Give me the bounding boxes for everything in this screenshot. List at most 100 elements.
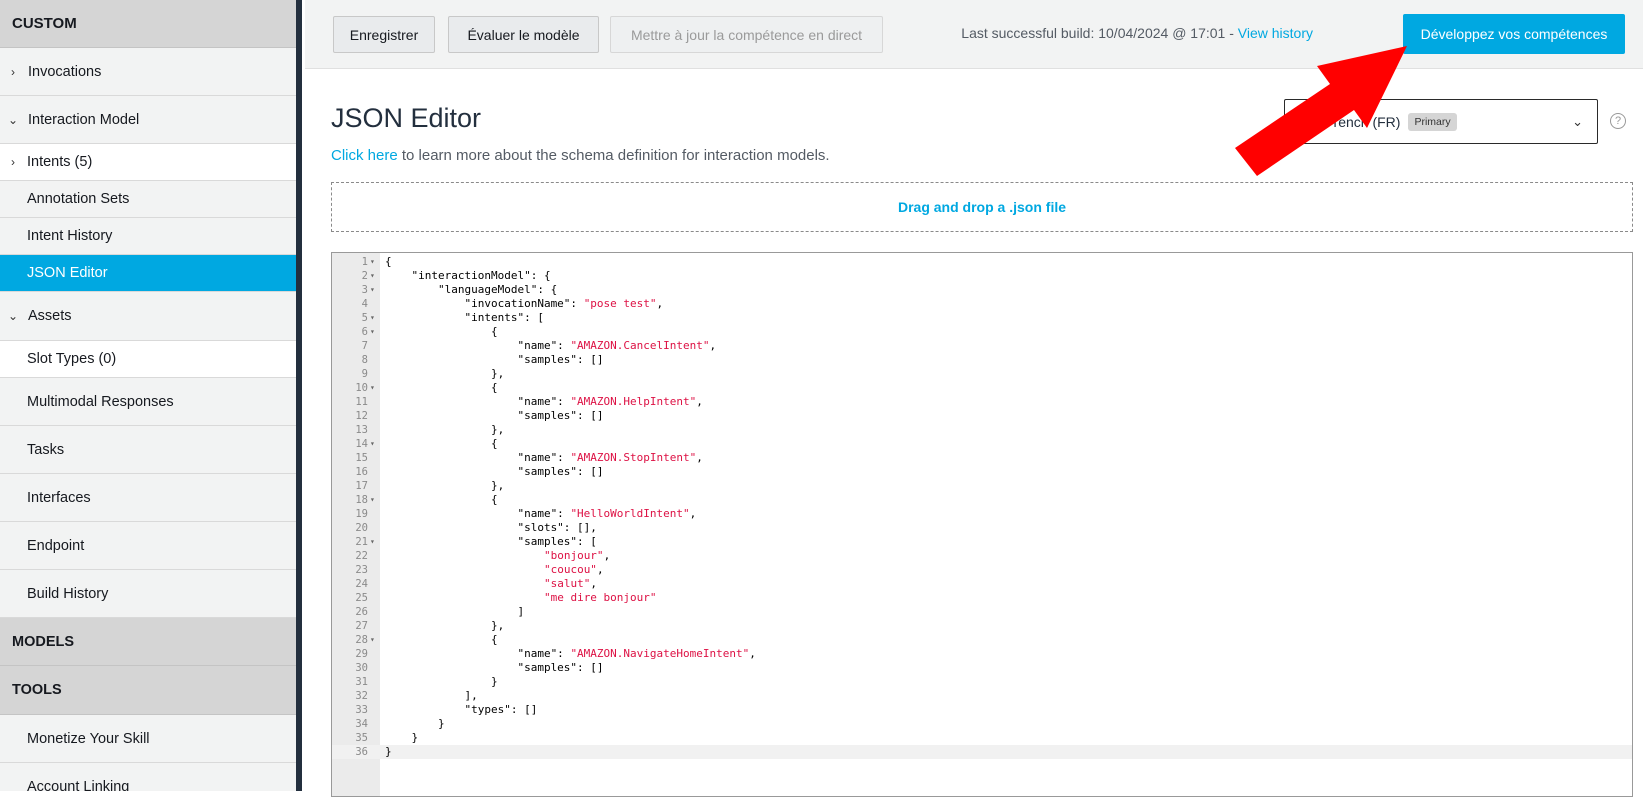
code-line[interactable]: 25 "me dire bonjour" — [332, 591, 1632, 605]
fold-toggle-icon[interactable]: ▾ — [370, 325, 378, 339]
click-here-link[interactable]: Click here — [331, 147, 398, 164]
line-number: 36 — [355, 746, 368, 758]
sidebar-item-multimodal-responses[interactable]: Multimodal Responses — [0, 378, 296, 426]
code-line[interactable]: 4 "invocationName": "pose test", — [332, 297, 1632, 311]
sidebar-scrollbar[interactable] — [296, 0, 302, 791]
json-code-editor[interactable]: 1 ▾{2 ▾ "interactionModel": {3 ▾ "languageM… — [331, 252, 1633, 797]
line-number: 14 — [355, 438, 368, 450]
sidebar-item-tasks[interactable]: Tasks — [0, 426, 296, 474]
code-line[interactable]: 24 "salut", — [332, 577, 1632, 591]
evaluate-model-button[interactable]: Évaluer le modèle — [448, 16, 599, 53]
code-line[interactable]: 5 ▾ "intents": [ — [332, 311, 1632, 325]
code-line[interactable]: 31 } — [332, 675, 1632, 689]
sidebar-item-endpoint[interactable]: Endpoint — [0, 522, 296, 570]
fold-toggle-icon[interactable]: ▾ — [370, 633, 378, 647]
live-update-button[interactable]: Mettre à jour la compétence en direct — [610, 16, 883, 53]
sidebar-item-interaction-model[interactable]: ⌄ Interaction Model — [0, 96, 296, 144]
code-line[interactable]: 16 "samples": [] — [332, 465, 1632, 479]
code-line[interactable]: 7 "name": "AMAZON.CancelIntent", — [332, 339, 1632, 353]
sidebar-item-invocations[interactable]: › Invocations — [0, 48, 296, 96]
code-string: "AMAZON.StopIntent" — [570, 451, 697, 464]
code-line[interactable]: 13 }, — [332, 423, 1632, 437]
code-line[interactable]: 22 "bonjour", — [332, 549, 1632, 563]
code-line[interactable]: 18 ▾ { — [332, 493, 1632, 507]
code-line[interactable]: 12 "samples": [] — [332, 409, 1632, 423]
code-line[interactable]: 2 ▾ "interactionModel": { — [332, 269, 1632, 283]
sidebar-item-monetize[interactable]: Monetize Your Skill — [0, 715, 296, 763]
fold-toggle-icon[interactable]: ▾ — [370, 283, 378, 297]
code-line[interactable]: 23 "coucou", — [332, 563, 1632, 577]
code-line[interactable]: 28 ▾ { — [332, 633, 1632, 647]
line-number: 13 — [355, 424, 368, 436]
code-line[interactable]: 9 }, — [332, 367, 1632, 381]
code-text: ] — [385, 605, 525, 618]
sidebar-item-intent-history[interactable]: Intent History — [0, 218, 296, 255]
toolbar: Enregistrer Évaluer le modèle Mettre à j… — [305, 0, 1643, 69]
build-skill-button[interactable]: Développez vos compétences — [1403, 14, 1625, 54]
code-line[interactable]: 36} — [332, 745, 1632, 759]
code-line[interactable]: 14 ▾ { — [332, 437, 1632, 451]
fold-toggle-icon[interactable]: ▾ — [370, 311, 378, 325]
help-icon[interactable]: ? — [1610, 113, 1626, 129]
json-dropzone[interactable]: Drag and drop a .json file — [331, 182, 1633, 232]
line-number: 22 — [355, 550, 368, 562]
code-line[interactable]: 1 ▾ { — [332, 255, 1632, 269]
code-text: } — [385, 745, 392, 758]
code-line[interactable]: 17 }, — [332, 479, 1632, 493]
code-line[interactable]: 8 "samples": [] — [332, 353, 1632, 367]
code-line[interactable]: 21 ▾ "samples": [ — [332, 535, 1632, 549]
code-line[interactable]: 33 "types": [] — [332, 703, 1632, 717]
code-text: } — [385, 675, 498, 688]
code-line[interactable]: 30 "samples": [] — [332, 661, 1632, 675]
fold-toggle-icon[interactable]: ▾ — [370, 535, 378, 549]
code-line[interactable]: 11 "name": "AMAZON.HelpIntent", — [332, 395, 1632, 409]
red-arrow-annotation — [1235, 46, 1407, 176]
fold-toggle-icon[interactable]: ▾ — [370, 437, 378, 451]
sidebar-item-label: Build History — [27, 585, 109, 602]
chevron-right-icon: › — [11, 155, 15, 169]
code-text: }, — [385, 367, 505, 380]
fold-toggle-icon[interactable]: ▾ — [370, 381, 378, 395]
chevron-down-icon: ⌄ — [8, 112, 19, 127]
view-history-link[interactable]: View history — [1238, 25, 1313, 41]
sidebar-item-annotation-sets[interactable]: Annotation Sets — [0, 181, 296, 218]
line-number: 23 — [355, 564, 368, 576]
sidebar-item-label: Intents (5) — [27, 154, 93, 170]
sidebar-item-label: Intent History — [27, 228, 113, 244]
code-line[interactable]: 29 "name": "AMAZON.NavigateHomeIntent", — [332, 647, 1632, 661]
fold-toggle-icon[interactable]: ▾ — [370, 493, 378, 507]
sidebar-item-account-linking[interactable]: Account Linking — [0, 763, 296, 791]
line-number: 3 — [361, 284, 368, 296]
line-number: 11 — [355, 396, 368, 408]
sidebar-item-assets[interactable]: ⌄ Assets — [0, 292, 296, 341]
code-line[interactable]: 3 ▾ "languageModel": { — [332, 283, 1632, 297]
sidebar-item-interfaces[interactable]: Interfaces — [0, 474, 296, 522]
sidebar-item-label: Multimodal Responses — [27, 393, 174, 410]
code-string: "AMAZON.CancelIntent" — [570, 339, 710, 352]
sidebar-section-models[interactable]: MODELS — [0, 618, 296, 666]
code-text: }, — [385, 619, 505, 632]
sidebar-item-json-editor[interactable]: JSON Editor — [0, 255, 296, 292]
save-button[interactable]: Enregistrer — [333, 16, 435, 53]
line-number: 30 — [355, 662, 368, 674]
code-line[interactable]: 20 "slots": [], — [332, 521, 1632, 535]
code-line[interactable]: 15 "name": "AMAZON.StopIntent", — [332, 451, 1632, 465]
code-line[interactable]: 27 }, — [332, 619, 1632, 633]
code-line[interactable]: 35 } — [332, 731, 1632, 745]
code-line[interactable]: 32 ], — [332, 689, 1632, 703]
sidebar-item-intents[interactable]: › Intents (5) — [0, 144, 296, 181]
code-line[interactable]: 26 ] — [332, 605, 1632, 619]
sidebar-item-label: Invocations — [28, 63, 102, 80]
line-number: 8 — [361, 354, 368, 366]
sidebar-item-build-history[interactable]: Build History — [0, 570, 296, 618]
code-text: "name": "AMAZON.StopIntent", — [385, 451, 703, 464]
code-text: "slots": [], — [385, 521, 597, 534]
sidebar-section-tools[interactable]: TOOLS — [0, 666, 296, 715]
code-line[interactable]: 34 } — [332, 717, 1632, 731]
code-line[interactable]: 19 "name": "HelloWorldIntent", — [332, 507, 1632, 521]
fold-toggle-icon[interactable]: ▾ — [370, 255, 378, 269]
code-line[interactable]: 6 ▾ { — [332, 325, 1632, 339]
fold-toggle-icon[interactable]: ▾ — [370, 269, 378, 283]
code-line[interactable]: 10 ▾ { — [332, 381, 1632, 395]
sidebar-item-slot-types[interactable]: Slot Types (0) — [0, 341, 296, 378]
